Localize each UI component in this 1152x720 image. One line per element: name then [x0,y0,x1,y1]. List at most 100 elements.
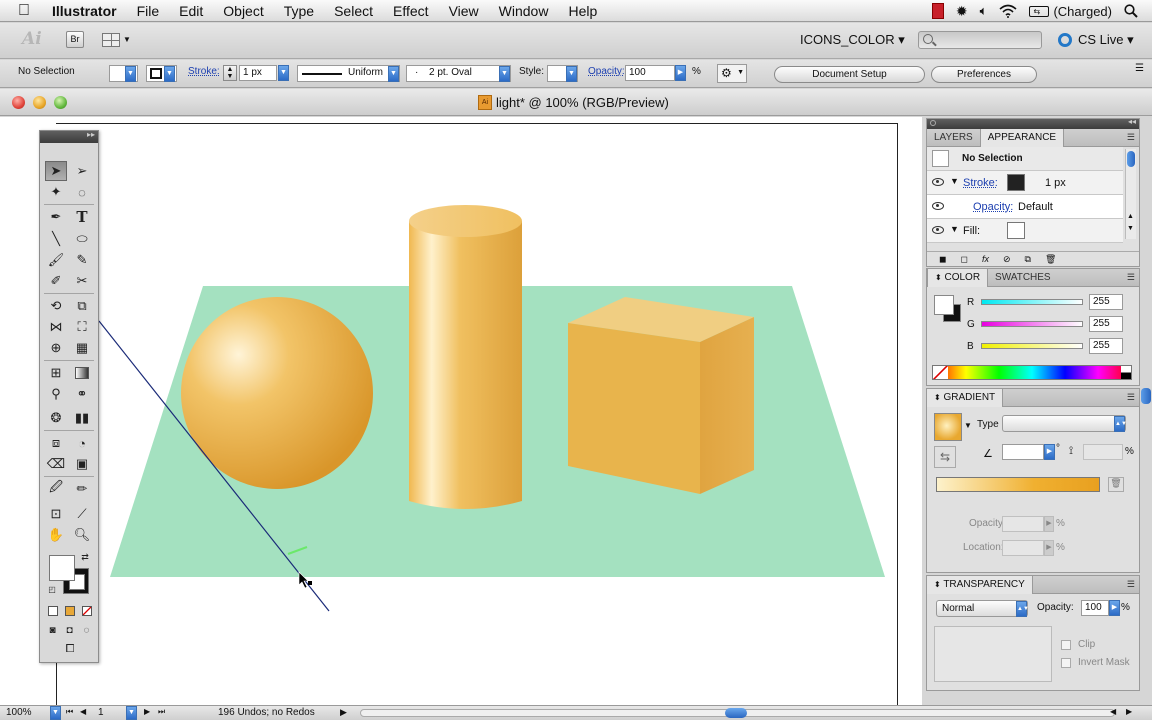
volume-icon[interactable]: 🔈︎ [980,3,988,19]
menu-type[interactable]: Type [274,3,324,19]
status-menu-icon[interactable]: ▶ [340,707,347,718]
opacity-input[interactable]: 100 [625,65,675,81]
zoom-window-button[interactable] [54,96,67,109]
help-search-input[interactable] [918,31,1042,49]
none-color-icon[interactable] [933,366,948,379]
black-white-icon[interactable] [1121,366,1131,379]
menu-view[interactable]: View [439,3,489,19]
brush-definition-dropdown[interactable]: · 2 pt. Oval ▼ [406,65,511,82]
direct-selection-tool-icon[interactable]: ➢ [71,161,93,181]
stepper-arrows-icon[interactable]: ▲ ▼ [223,65,237,81]
pencil-alt-tool-icon[interactable]: ✏ [71,479,93,499]
cs-live-button[interactable]: CS Live ▾ [1058,32,1134,48]
brightness-icon[interactable]: ✹ [956,3,968,20]
gradient-slider-bar[interactable] [936,477,1100,492]
appearance-selection-row[interactable]: No Selection [927,147,1123,171]
draw-inside-icon[interactable]: ◌ [79,623,94,638]
chevron-down-icon[interactable]: ▼ [964,421,972,430]
apple-menu-icon[interactable]:  [18,2,42,20]
last-artboard-icon[interactable]: ⏭ [158,707,165,717]
appearance-fill-row[interactable]: ▼ Fill: [927,219,1123,243]
default-fill-stroke-icon[interactable]: ◰ [46,583,58,595]
fill-swatch[interactable] [1007,222,1025,239]
horizontal-scrollbar[interactable] [360,708,1115,718]
symbol-sprayer-tool-icon[interactable]: ❂ [45,408,67,428]
g-channel-input[interactable]: 255 [1089,316,1123,332]
gradient-thumbnail[interactable] [934,413,962,441]
recolor-artwork-dropdown[interactable]: ⚙ ▼ [717,64,747,83]
artboard-number[interactable]: 1 [98,707,104,718]
wifi-icon[interactable] [999,4,1017,18]
paintbrush-tool-icon[interactable]: 🖌︎ [45,250,67,270]
shape-builder-tool-icon[interactable]: ⊕ [45,338,67,358]
chevron-right-icon[interactable]: ▶ [675,65,686,81]
stroke-panel-link[interactable]: Stroke: [188,66,220,77]
battery-status[interactable]: ⇆ (Charged) [1029,4,1112,19]
menu-file[interactable]: File [127,3,170,19]
eraser-tool-icon[interactable]: ⌫ [45,454,67,474]
panel-menu-icon[interactable]: ☰ [1127,579,1135,590]
scroll-right-icon[interactable]: ▶ [1126,707,1132,716]
menu-edit[interactable]: Edit [169,3,213,19]
r-channel-slider[interactable] [981,299,1083,305]
lasso-tool-icon[interactable]: ◌ [71,182,93,202]
adobe-menulet-icon[interactable] [931,3,944,19]
scale-tool-icon[interactable]: ⧉ [71,296,93,316]
scroll-thumb[interactable] [1127,151,1135,167]
invert-mask-checkbox[interactable] [1061,658,1071,668]
selection-tool-icon[interactable]: ➤ [45,161,67,181]
variable-width-profile-dropdown[interactable]: Uniform ▼ [297,65,400,82]
mesh-tool-icon[interactable]: ⊞ [45,363,67,383]
stroke-weight-field[interactable]: ▲ ▼ 1 px ▼ [223,65,291,82]
menu-help[interactable]: Help [558,3,607,19]
duplicate-item-icon[interactable]: ⧉ [1025,254,1031,265]
visibility-eye-icon[interactable] [932,226,944,234]
chevron-right-icon[interactable]: ▶ [1044,444,1055,460]
screen-mode-button[interactable]: ⧠ [57,641,83,657]
draw-normal-icon[interactable]: ◙ [45,623,60,638]
column-graph-tool-icon[interactable]: ▮▮ [71,408,93,428]
ellipse-tool-icon[interactable]: ⬭ [71,229,93,249]
collapse-dock-icon[interactable]: ◂◂ [1128,117,1136,126]
cylinder-object[interactable] [409,221,522,509]
gradient-mode-button[interactable] [62,603,77,618]
delete-item-icon[interactable]: 🗑︎ [1045,254,1056,265]
menu-select[interactable]: Select [324,3,383,19]
document-canvas[interactable] [0,117,922,705]
chevron-right-icon[interactable]: ▶ [1109,600,1120,616]
panel-menu-icon[interactable]: ☰ [1127,132,1135,143]
stroke-label[interactable]: Stroke: [963,177,998,189]
artboard-dropdown-icon[interactable]: ▼ [126,706,137,720]
gradient-angle-input[interactable] [1002,444,1044,460]
graphic-style-dropdown[interactable]: ▼ [547,65,578,82]
opacity-panel-link[interactable]: Opacity: [588,66,625,77]
appearance-stroke-row[interactable]: ▼ Stroke: 1 px [927,171,1123,195]
artboard-grid-tool-icon[interactable]: ▣ [71,454,93,474]
zoom-level[interactable]: 100% [6,707,32,718]
artboard-tool-icon[interactable]: ⧈ [45,433,67,453]
blob-brush-tool-icon[interactable]: ✐ [45,271,67,291]
perspective-grid-tool-icon[interactable]: ▦ [71,338,93,358]
tab-appearance[interactable]: APPEARANCE [979,129,1065,147]
opacity-label[interactable]: Opacity: [973,201,1013,213]
reverse-gradient-icon[interactable]: ⇆ [934,446,956,468]
type-tool-icon[interactable]: T [71,207,93,227]
color-fill-swatch[interactable] [934,295,954,315]
color-spectrum-bar[interactable] [932,365,1132,380]
b-channel-input[interactable]: 255 [1089,338,1123,354]
stroke-swatch[interactable] [1007,174,1025,191]
disclosure-triangle-icon[interactable]: ▼ [950,224,959,234]
opacity-mask-thumbnail[interactable] [934,626,1052,682]
document-setup-button[interactable]: Document Setup [774,66,925,83]
color-mode-button[interactable] [45,603,60,618]
width-tool-icon[interactable]: ⋈ [45,317,67,337]
visibility-eye-icon[interactable] [932,202,944,210]
first-artboard-icon[interactable]: ⏮ [66,707,73,717]
scroll-down-icon[interactable]: ▼ [1127,225,1134,232]
transparency-opacity-input[interactable]: 100 [1081,600,1109,616]
clip-checkbox[interactable] [1061,640,1071,650]
fill-color-dropdown[interactable]: ▼ [109,65,138,82]
gradient-type-dropdown[interactable]: ▲▼ [1002,415,1127,432]
pen-tool-icon[interactable]: ✒ [45,207,67,227]
draw-behind-icon[interactable]: ◘ [62,623,77,638]
